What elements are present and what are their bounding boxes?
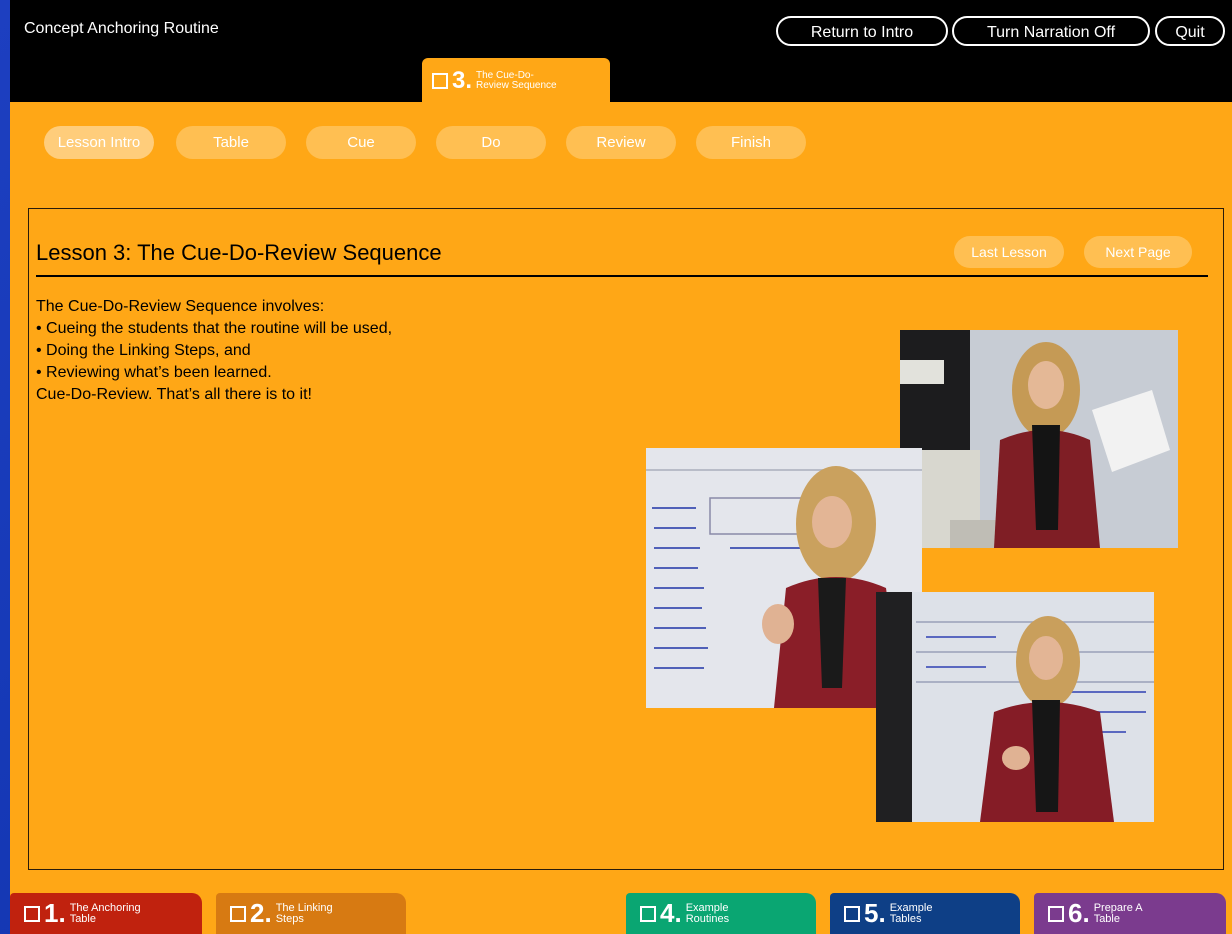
tab-number: 4.: [660, 898, 682, 928]
tab-label-line1: Example: [889, 901, 933, 914]
tab-example-routines[interactable]: 4. Example Routines: [626, 893, 816, 934]
tab-example-tables[interactable]: 5. Example Tables: [830, 893, 1020, 934]
top-bar: Concept Anchoring Routine Return to Intr…: [10, 0, 1232, 102]
checkbox-icon: [640, 905, 656, 922]
tab-linking-steps[interactable]: 2. The Linking Steps: [216, 893, 406, 934]
tab-label-line1: The Linking: [275, 901, 333, 914]
tab-label-line2: Table: [1093, 912, 1120, 925]
tab-number: 1.: [44, 898, 66, 928]
tab-label-line1: Prepare A: [1093, 901, 1143, 914]
lesson-line: • Doing the Linking Steps, and: [36, 342, 251, 359]
tab-label: The Cue-Do- Review Sequence: [476, 71, 557, 91]
tab-label: The Linking Steps: [275, 901, 333, 925]
checkbox-icon: [432, 73, 448, 89]
app-window: Concept Anchoring Routine Return to Intr…: [10, 0, 1232, 934]
subnav-review[interactable]: Review: [566, 126, 676, 159]
return-to-intro-button[interactable]: Return to Intro: [776, 16, 948, 46]
tab-label: Prepare A Table: [1093, 901, 1143, 925]
tab-label-line1: Example: [685, 901, 729, 914]
subnav-finish[interactable]: Finish: [696, 126, 806, 159]
subnav-lesson-intro[interactable]: Lesson Intro: [44, 126, 154, 159]
lesson-line: • Cueing the students that the routine w…: [36, 320, 393, 337]
tab-label: Example Tables: [889, 901, 933, 925]
checkbox-icon: [24, 905, 40, 922]
tab-number: 6.: [1068, 898, 1090, 928]
tab-label-line2: Tables: [889, 912, 922, 925]
last-lesson-button[interactable]: Last Lesson: [954, 236, 1064, 268]
lesson-title: Lesson 3: The Cue-Do-Review Sequence: [36, 240, 442, 265]
quit-button[interactable]: Quit: [1155, 16, 1225, 46]
next-page-button[interactable]: Next Page: [1084, 236, 1192, 268]
tab-label: The Anchoring Table: [69, 901, 141, 925]
tab-number: 5.: [864, 898, 886, 928]
tab-label-line1: The Anchoring: [69, 901, 141, 914]
narration-toggle-button[interactable]: Turn Narration Off: [952, 16, 1150, 46]
subnav-cue[interactable]: Cue: [306, 126, 416, 159]
lesson-line: The Cue-Do-Review Sequence involves:: [36, 298, 325, 315]
lesson-line: • Reviewing what’s been learned.: [36, 364, 272, 381]
app-title: Concept Anchoring Routine: [24, 20, 219, 37]
tab-label-line2: Review Sequence: [476, 80, 557, 91]
subnav-do[interactable]: Do: [436, 126, 546, 159]
tab-lesson-3[interactable]: 3. The Cue-Do- Review Sequence: [422, 58, 610, 104]
tab-label-line2: Steps: [275, 912, 304, 925]
tab-label-line2: Table: [69, 912, 96, 925]
lesson-line: Cue-Do-Review. That’s all there is to it…: [36, 386, 312, 403]
checkbox-icon: [844, 905, 860, 922]
tab-number: 3.: [452, 67, 473, 94]
tab-number: 2.: [250, 898, 272, 928]
teacher-gesturing-photo: [876, 592, 1154, 822]
tab-prepare-a-table[interactable]: 6. Prepare A Table: [1034, 893, 1226, 934]
tab-anchoring-table[interactable]: 1. The Anchoring Table: [10, 893, 202, 934]
teacher-holding-paper-photo: [900, 330, 1178, 548]
lesson-body: The Cue-Do-Review Sequence involves: • C…: [36, 296, 392, 406]
tab-label: Example Routines: [685, 901, 730, 925]
subnav-table[interactable]: Table: [176, 126, 286, 159]
checkbox-icon: [1048, 905, 1064, 922]
title-divider: [36, 275, 1208, 277]
checkbox-icon: [230, 905, 246, 922]
tab-label-line2: Routines: [685, 912, 730, 925]
